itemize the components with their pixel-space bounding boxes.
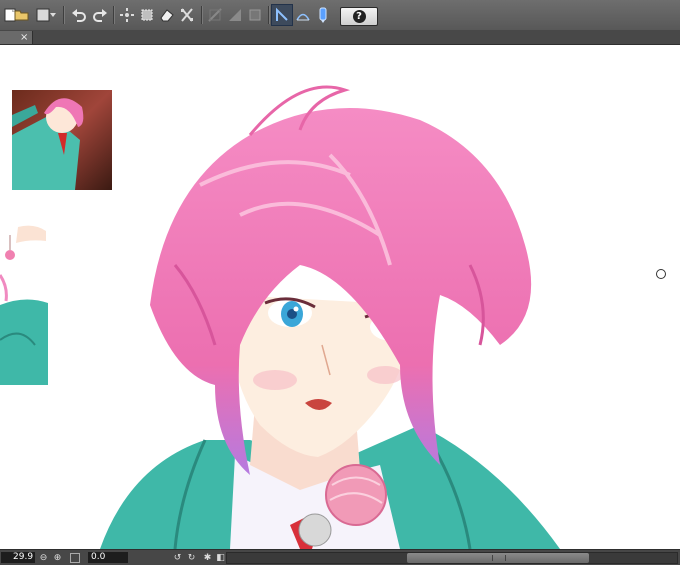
toolbar-divider	[63, 6, 64, 24]
perspective-grid-icon[interactable]	[225, 5, 245, 25]
toolbar-divider	[113, 6, 114, 24]
toolbar-divider	[201, 6, 202, 24]
stylus-icon[interactable]	[313, 5, 333, 25]
document-tab-bar: ×	[0, 30, 680, 45]
open-folder-icon[interactable]	[12, 5, 32, 25]
status-bar: 29.9 ⊖ ⊕ 0.0 ↺ ↻ ✱ ◧	[0, 549, 680, 565]
help-icon: ?	[352, 10, 366, 23]
brush-cursor	[656, 269, 666, 279]
zoom-field[interactable]: 29.9	[1, 552, 35, 563]
fit-view-icon[interactable]	[70, 553, 80, 563]
undo-icon[interactable]	[69, 5, 89, 25]
horizontal-scrollbar[interactable]	[226, 552, 678, 564]
selection-transform-icon[interactable]	[117, 5, 137, 25]
crop-icon[interactable]	[177, 5, 197, 25]
reference-image-partial[interactable]	[0, 220, 48, 385]
frame-border-icon[interactable]	[245, 5, 265, 25]
main-toolbar: ?	[0, 0, 680, 31]
help-button[interactable]: ?	[340, 7, 378, 26]
scrollbar-grip	[492, 555, 506, 561]
save-dropdown-icon[interactable]	[47, 5, 59, 25]
ruler-icon[interactable]	[205, 5, 225, 25]
eraser-icon[interactable]	[157, 5, 177, 25]
rotate-right-icon[interactable]: ↻	[186, 552, 197, 563]
redo-icon[interactable]	[90, 5, 110, 25]
reset-rotation-icon[interactable]: ✱	[202, 552, 213, 563]
rotation-field[interactable]: 0.0	[88, 552, 128, 563]
rotate-left-icon[interactable]: ↺	[172, 552, 183, 563]
artwork	[0, 85, 666, 549]
scrollbar-thumb[interactable]	[407, 553, 589, 563]
stabilizer-icon[interactable]	[293, 5, 313, 25]
drawing-canvas[interactable]	[0, 45, 680, 549]
flip-horizontal-icon[interactable]: ◧	[215, 552, 226, 563]
reference-image-thumbnail[interactable]	[12, 90, 112, 190]
pen-pressure-icon[interactable]	[271, 4, 293, 26]
tab-close-icon[interactable]: ×	[20, 31, 28, 44]
fill-selection-icon[interactable]	[137, 5, 157, 25]
zoom-out-icon[interactable]: ⊖	[38, 552, 49, 563]
document-tab[interactable]: ×	[0, 31, 33, 44]
main-illustration	[100, 85, 560, 549]
toolbar-divider	[268, 6, 269, 24]
zoom-in-icon[interactable]: ⊕	[52, 552, 63, 563]
